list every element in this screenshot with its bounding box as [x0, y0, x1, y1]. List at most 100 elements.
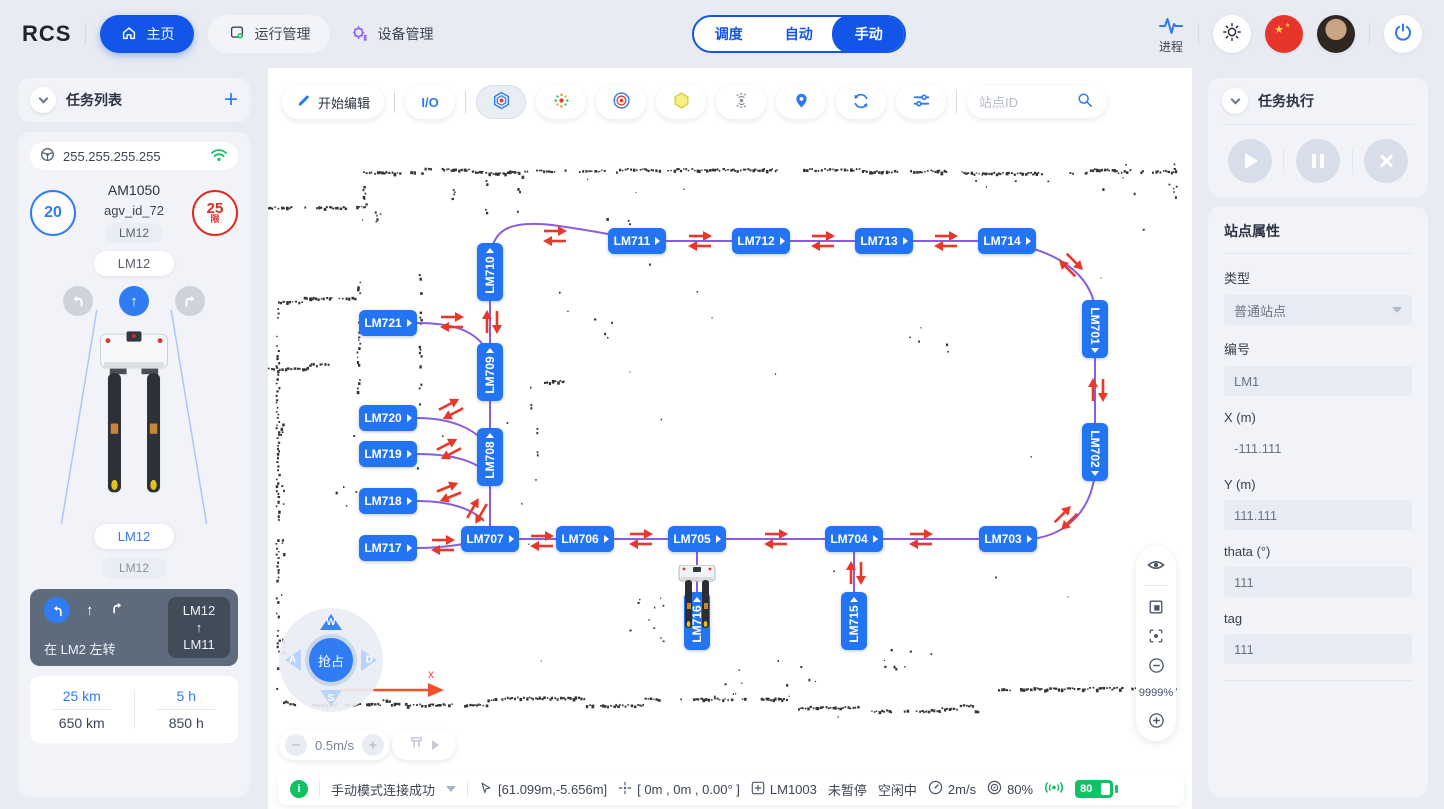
speed-indicator: 20 [30, 190, 76, 236]
station-pill: LM12 [94, 251, 175, 276]
task-sidebar: 任务列表 + 255.255.255.255 20 AM1050 agv_id_… [0, 68, 268, 809]
map-canvas[interactable]: LM710 LM711 LM712 LM713 LM714 LM701 LM721 LM709… [268, 68, 1192, 809]
home-icon [120, 24, 138, 45]
station-LM712[interactable]: LM712 [732, 228, 790, 254]
station-LM708[interactable]: LM708 [477, 428, 503, 486]
pencil-icon [296, 93, 311, 111]
filter-settings-button[interactable] [896, 85, 946, 119]
fork-action-control[interactable] [392, 730, 456, 760]
nav-home[interactable]: 主页 [100, 15, 194, 53]
divider [465, 91, 466, 113]
station-LM709[interactable]: LM709 [477, 343, 503, 401]
target-layer-button[interactable] [596, 85, 646, 119]
station-theta-field[interactable]: 111 [1224, 567, 1412, 597]
speed-limit-indicator: 25限 [192, 190, 238, 236]
robot-ip-row[interactable]: 255.255.255.255 [30, 142, 238, 170]
add-task-button[interactable]: + [224, 88, 238, 112]
station-LM705[interactable]: LM705 [668, 526, 726, 552]
collapse-task-list-button[interactable] [30, 87, 56, 113]
scatter-dots-icon [552, 91, 571, 113]
turn-right-icon [110, 600, 125, 620]
station-LM704[interactable]: LM704 [825, 526, 883, 552]
task-cancel-button[interactable] [1364, 139, 1408, 183]
io-button[interactable]: I/O [405, 85, 455, 119]
station-search-input[interactable] [979, 95, 1069, 110]
concentric-target-icon [612, 91, 631, 113]
mode-manual[interactable]: 手动 [832, 15, 906, 53]
station-LM721[interactable]: LM721 [359, 310, 417, 336]
status-dropdown-caret[interactable] [446, 786, 456, 792]
current-station-pill: LM12 [94, 524, 175, 549]
navigation-hint-panel: ↑ 在 LM2 左转 LM12 ↑ LM11 [30, 589, 238, 666]
center-focus-button[interactable] [1148, 628, 1164, 644]
search-icon[interactable] [1077, 92, 1093, 113]
station-LM702[interactable]: LM702 [1082, 423, 1108, 481]
task-list-title: 任务列表 [66, 90, 122, 110]
user-avatar[interactable] [1317, 15, 1355, 53]
nav-operations[interactable]: 运行管理 [208, 15, 330, 53]
radar-scan-button[interactable] [716, 85, 766, 119]
nav-device[interactable]: 设备管理 [344, 23, 439, 45]
scatter-layer-button[interactable] [536, 85, 586, 119]
station-number-field[interactable]: LM1 [1224, 366, 1412, 396]
start-edit-button[interactable]: 开始编辑 [282, 85, 384, 119]
task-pause-button[interactable] [1296, 139, 1340, 183]
visibility-toggle-button[interactable] [1147, 558, 1165, 572]
station-LM710[interactable]: LM710 [477, 243, 503, 301]
right-panel: 任务执行 站点属性 类型 普通站点 编号 LM1 X (m) [1192, 68, 1444, 809]
station-LM713[interactable]: LM713 [855, 228, 913, 254]
task-list-header: 任务列表 + [18, 78, 250, 122]
mode-dispatch[interactable]: 调度 [694, 17, 764, 51]
station-LM718[interactable]: LM718 [359, 488, 417, 514]
process-button[interactable]: 进程 [1158, 14, 1184, 54]
station-LM720[interactable]: LM720 [359, 405, 417, 431]
minimap-toggle-button[interactable] [1148, 599, 1164, 615]
station-x-field[interactable]: -111.111 [1224, 433, 1412, 463]
seize-control-button[interactable]: 抢占 [305, 634, 357, 686]
speed-decrease-button[interactable]: − [285, 734, 307, 756]
speed-increase-button[interactable]: + [362, 734, 384, 756]
station-LM715[interactable]: LM715 [841, 592, 867, 650]
station-LM707[interactable]: LM707 [461, 526, 519, 552]
nav-device-label: 设备管理 [377, 24, 433, 44]
lidar-layer-button[interactable] [476, 85, 526, 119]
theme-toggle-button[interactable] [1213, 15, 1251, 53]
power-button[interactable] [1384, 15, 1422, 53]
station-LM703[interactable]: LM703 [979, 526, 1037, 552]
station-LM714[interactable]: LM714 [978, 228, 1036, 254]
zoom-in-button[interactable] [1148, 712, 1165, 729]
mode-auto[interactable]: 自动 [764, 17, 834, 51]
task-execution-card: 任务执行 [1208, 78, 1428, 197]
station-LM706[interactable]: LM706 [556, 526, 614, 552]
station-tag-field[interactable]: 111 [1224, 634, 1412, 664]
zone-layer-button[interactable] [656, 85, 706, 119]
station-y-field[interactable]: 111.111 [1224, 500, 1412, 530]
speed-setting-value: 0.5m/s [315, 738, 354, 753]
map-robot-marker[interactable] [675, 565, 719, 652]
joystick-w-label: W [326, 617, 335, 628]
location-pin-icon [793, 92, 810, 112]
task-play-button[interactable] [1228, 139, 1272, 183]
radar-icon [732, 91, 751, 113]
app-logo: RCS [22, 21, 71, 47]
station-LM717[interactable]: LM717 [359, 535, 417, 561]
locate-pin-button[interactable] [776, 85, 826, 119]
collapse-task-exec-button[interactable] [1222, 88, 1248, 114]
current-speed: 2m/s [948, 782, 976, 797]
pause-icon [1312, 154, 1324, 168]
fork-icon [409, 736, 424, 755]
speedometer-icon [928, 780, 943, 798]
app-root: RCS 主页 运行管理 设备管理 调度 自动 手动 进程 [0, 0, 1444, 809]
station-LM701[interactable]: LM701 [1082, 300, 1108, 358]
chevron-down-icon [1230, 95, 1240, 105]
power-icon [1393, 22, 1413, 47]
station-LM711[interactable]: LM711 [608, 228, 666, 254]
station-LM719[interactable]: LM719 [359, 441, 417, 467]
station-type-select[interactable]: 普通站点 [1224, 295, 1412, 325]
robot-ip: 255.255.255.255 [63, 149, 202, 164]
yellow-hexagon-icon [672, 91, 691, 113]
language-flag-button[interactable]: ★★ [1265, 15, 1303, 53]
zoom-out-button[interactable] [1148, 657, 1165, 674]
refresh-button[interactable] [836, 85, 886, 119]
top-navbar: RCS 主页 运行管理 设备管理 调度 自动 手动 进程 [0, 0, 1444, 68]
